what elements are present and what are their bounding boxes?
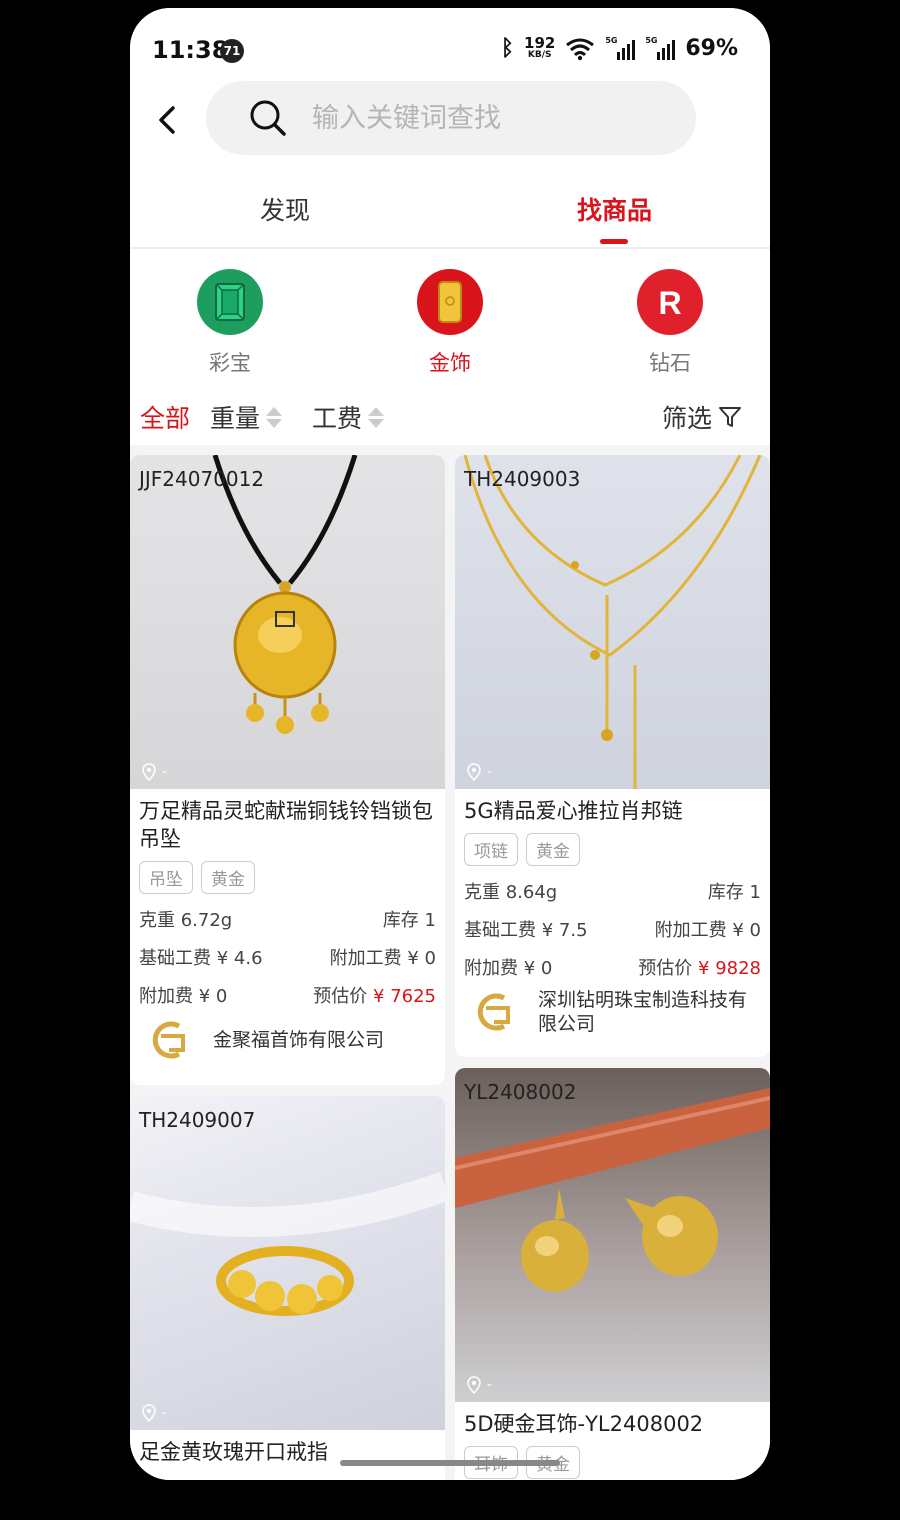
- cell-signal-icon: 5G: [605, 36, 636, 60]
- search-input[interactable]: [312, 102, 652, 134]
- tag-chip: 黄金: [526, 833, 580, 866]
- product-weight: 克重 8.64g: [464, 882, 558, 903]
- category-diamond[interactable]: R 钻石: [610, 269, 730, 377]
- product-location: -: [162, 1405, 168, 1421]
- product-code: JJF24070012: [139, 467, 265, 491]
- category-label: 钻石: [649, 351, 691, 375]
- price-row: 附加费 ¥ 0 预估价 ¥ 9828: [455, 954, 770, 980]
- tab-discover[interactable]: 发现: [260, 191, 310, 227]
- tag-chip: 吊坠: [139, 861, 193, 894]
- product-code: TH2409003: [464, 467, 581, 491]
- product-location: -: [162, 764, 168, 780]
- sort-arrows-icon: [266, 406, 283, 428]
- active-tab-indicator: [600, 239, 628, 244]
- ring-image: [130, 1171, 445, 1316]
- base-labor-fee: 基础工费 ¥ 7.5: [464, 920, 588, 941]
- extra-fee: 附加费 ¥ 0: [464, 958, 553, 979]
- tag-chip: 项链: [464, 833, 518, 866]
- location-pin-icon: -: [467, 1376, 492, 1394]
- battery-level: 69%: [685, 36, 738, 61]
- product-card[interactable]: JJF24070012 - 万足精品灵蛇献瑞铜钱铃铛锁包吊坠 吊坠 黄金 克重 …: [130, 455, 445, 1085]
- product-tags: 耳饰 黄金: [455, 1438, 770, 1479]
- category-gold-jewelry[interactable]: 金饰: [390, 269, 510, 377]
- price-row: 附加费 ¥ 0 预估价 ¥ 7625: [130, 982, 445, 1008]
- cell-signal-icon-2: 5G: [645, 36, 676, 60]
- search-bar[interactable]: [206, 81, 696, 155]
- sort-labor[interactable]: 工费: [312, 399, 385, 435]
- shop-info[interactable]: 深圳钻明珠宝制造科技有限公司: [455, 980, 770, 1036]
- tab-find-goods[interactable]: 找商品: [577, 191, 652, 227]
- product-card[interactable]: TH2409003 - 5G精品爱心推拉肖邦链 项链 黄金 克重 8.64g 库…: [455, 455, 770, 1057]
- filter-icon: [719, 407, 742, 427]
- extra-labor-fee: 附加工费 ¥ 0: [654, 920, 761, 941]
- network-speed: 192 KB/S: [524, 33, 556, 60]
- base-labor-fee: 基础工费 ¥ 4.6: [139, 948, 263, 969]
- shop-info[interactable]: 金聚福首饰有限公司: [130, 1008, 445, 1064]
- product-title: 万足精品灵蛇献瑞铜钱铃铛锁包吊坠: [139, 799, 433, 851]
- product-stock: 库存 1: [707, 882, 761, 903]
- filter-button[interactable]: 筛选: [662, 399, 742, 435]
- emerald-gem-icon: [197, 269, 263, 335]
- shop-logo-icon: [152, 1021, 185, 1059]
- gesture-home-bar[interactable]: [340, 1460, 560, 1466]
- extra-fee: 附加费 ¥ 0: [139, 986, 228, 1007]
- category-label: 彩宝: [209, 351, 251, 375]
- search-icon: [250, 100, 286, 136]
- weight-stock-row: 克重 6.72g 库存 1: [130, 906, 445, 932]
- product-weight: 克重 6.72g: [139, 910, 233, 931]
- search-header: [130, 78, 770, 173]
- sort-arrows-icon: [368, 406, 385, 428]
- shop-name: 金聚福首饰有限公司: [213, 1029, 385, 1051]
- gold-bar-icon: [417, 269, 483, 335]
- product-code: TH2409007: [139, 1108, 256, 1132]
- phone-screen: 11:38 71 ᛒ 192 KB/S 5G 5G 69% 输入关键词查找 发现…: [130, 8, 770, 1480]
- product-image: JJF24070012 -: [130, 455, 445, 789]
- wifi-icon: [566, 38, 595, 60]
- fees-row: 基础工费 ¥ 4.6 附加工费 ¥ 0: [130, 944, 445, 970]
- weight-stock-row: 克重 8.64g 库存 1: [455, 878, 770, 904]
- back-button[interactable]: [150, 100, 184, 140]
- product-stock: 库存 1: [382, 910, 436, 931]
- shop-logo-icon: [477, 993, 510, 1031]
- svg-text:R: R: [658, 285, 681, 319]
- location-pin-icon: -: [467, 763, 492, 781]
- notification-badge: 71: [220, 39, 244, 63]
- product-image: TH2409003 -: [455, 455, 770, 789]
- location-pin-icon: -: [142, 763, 167, 781]
- tab-bar: 发现 找商品: [130, 173, 770, 249]
- product-tags: 项链 黄金: [455, 825, 770, 866]
- fees-row: 基础工费 ¥ 7.5 附加工费 ¥ 0: [455, 916, 770, 942]
- r-logo-icon: R: [637, 269, 703, 335]
- estimated-price: 预估价 ¥ 9828: [638, 958, 761, 979]
- location-pin-icon: -: [142, 1404, 167, 1422]
- category-label: 金饰: [429, 351, 471, 375]
- estimated-price: 预估价 ¥ 7625: [313, 986, 436, 1007]
- category-row: 彩宝 金饰 R 钻石: [130, 249, 770, 389]
- status-bar: 11:38 71 ᛒ 192 KB/S 5G 5G 69%: [130, 8, 770, 88]
- product-tags: 吊坠 黄金: [130, 853, 445, 894]
- earrings-image: [455, 1088, 770, 1292]
- tag-chip: 黄金: [201, 861, 255, 894]
- product-card[interactable]: YL2408002 - 5D硬金耳饰-YL2408002 耳饰 黄金: [455, 1068, 770, 1480]
- product-image: YL2408002 -: [455, 1068, 770, 1402]
- pendant-image: [212, 455, 358, 734]
- product-location: -: [487, 764, 493, 780]
- product-card[interactable]: TH2409007 - 足金黄玫瑰开口戒指: [130, 1096, 445, 1480]
- sort-all[interactable]: 全部: [140, 399, 190, 435]
- category-colored-gems[interactable]: 彩宝: [170, 269, 290, 377]
- bluetooth-icon: ᛒ: [500, 36, 515, 61]
- chevron-left-icon: [159, 106, 175, 134]
- product-title: 5D硬金耳饰-YL2408002: [464, 1412, 704, 1436]
- extra-labor-fee: 附加工费 ¥ 0: [329, 948, 436, 969]
- product-title: 5G精品爱心推拉肖邦链: [464, 799, 683, 823]
- status-time: 11:38: [152, 36, 229, 64]
- sort-bar: 全部 重量 工费 筛选: [130, 389, 770, 445]
- product-location: -: [487, 1377, 493, 1393]
- necklace-image: [463, 455, 762, 789]
- sort-weight[interactable]: 重量: [210, 399, 283, 435]
- shop-name: 深圳钻明珠宝制造科技有限公司: [538, 989, 748, 1035]
- product-image: TH2409007 -: [130, 1096, 445, 1430]
- status-icons: ᛒ 192 KB/S 5G 5G 69%: [500, 33, 738, 61]
- product-code: YL2408002: [464, 1080, 577, 1104]
